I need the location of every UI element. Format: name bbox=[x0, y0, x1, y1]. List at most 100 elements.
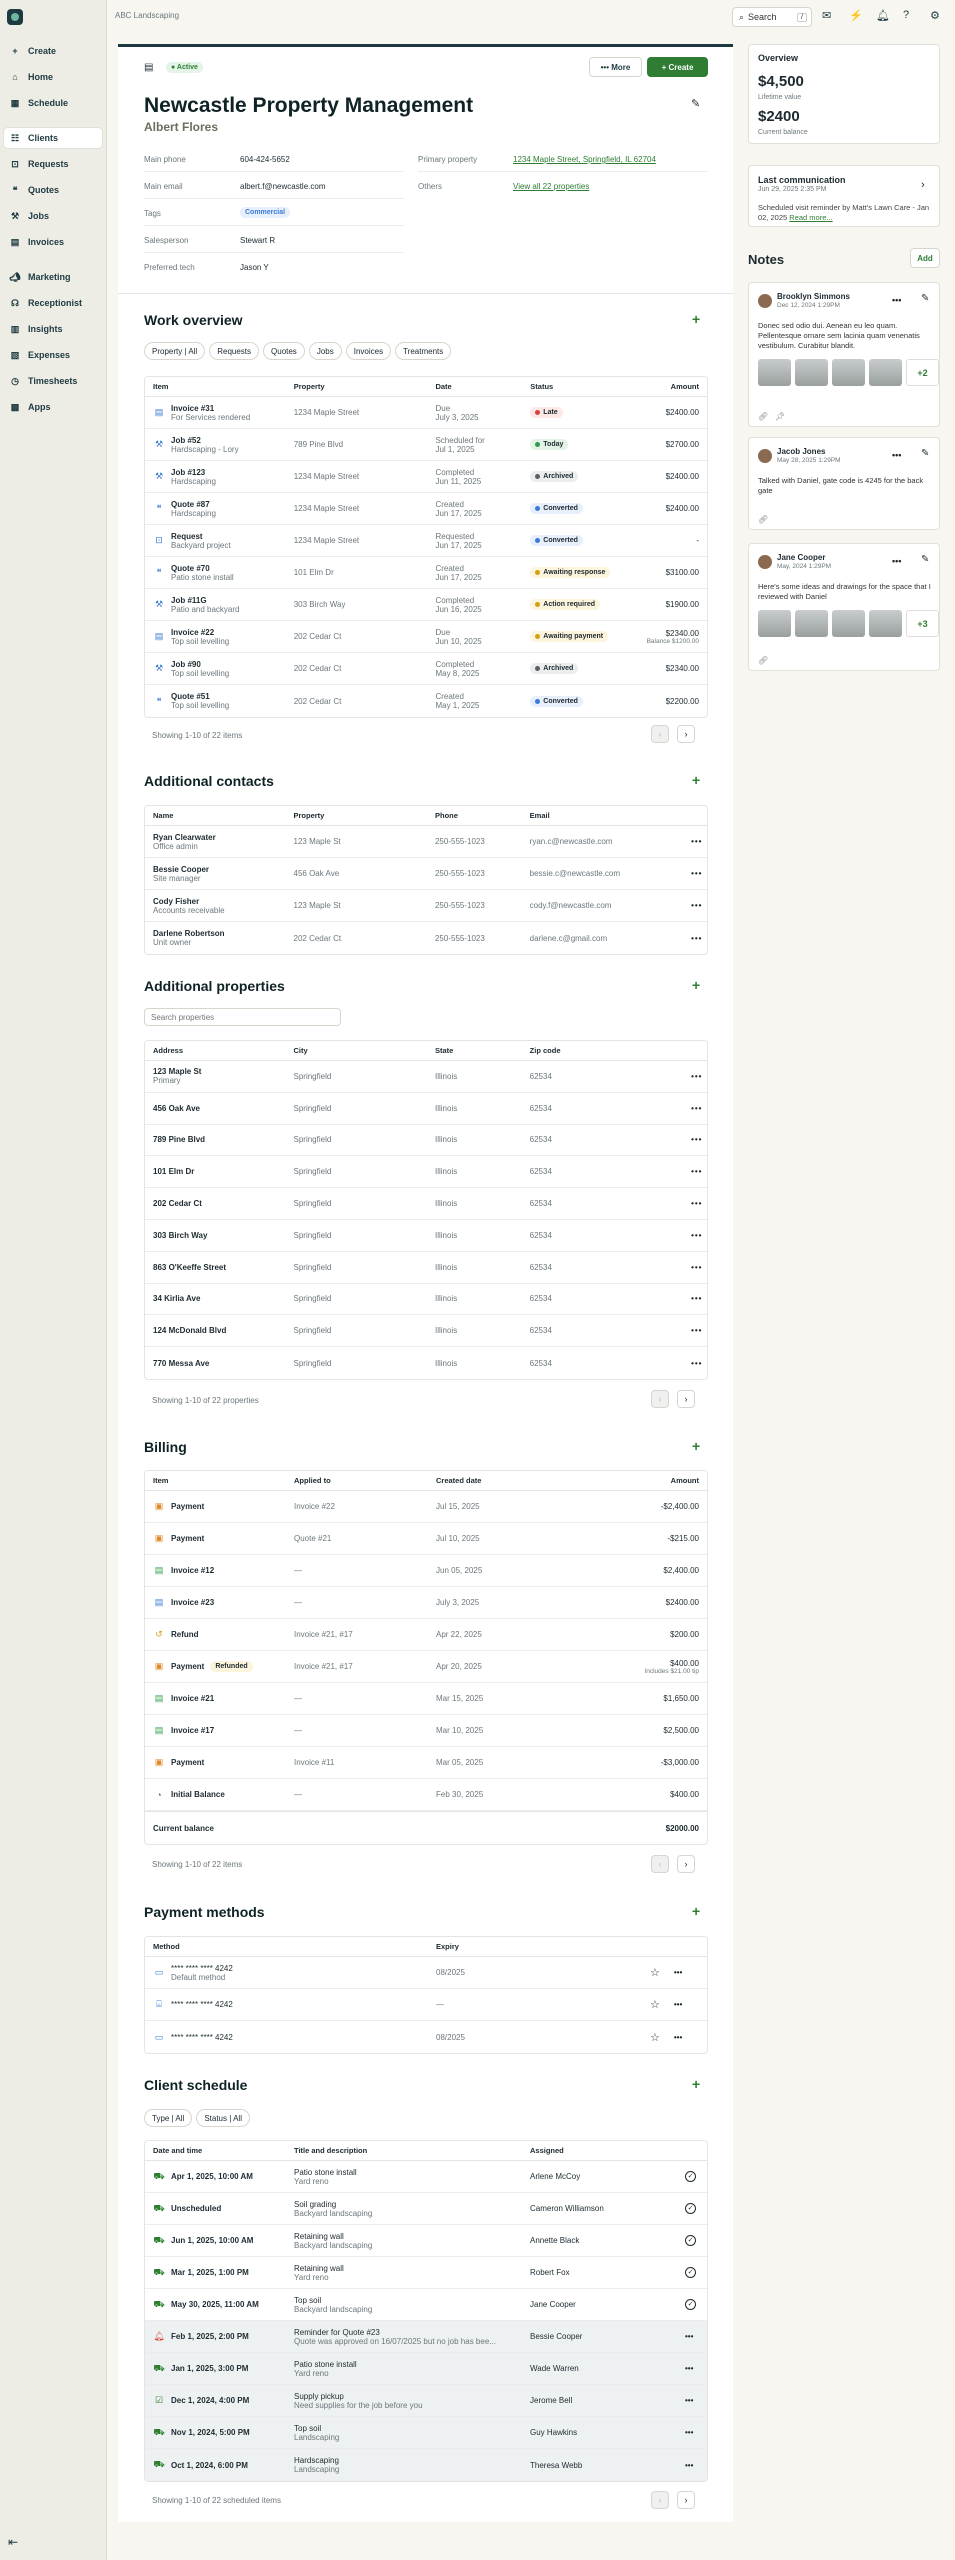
table-row[interactable]: ⚒ Job #52 Hardscaping - Lory 789 Pine Blvd S… bbox=[145, 429, 707, 461]
prev-page-button[interactable]: ‹ bbox=[651, 725, 669, 743]
note-menu-icon[interactable]: ••• bbox=[892, 450, 901, 460]
complete-check-icon[interactable]: ✓ bbox=[685, 2171, 696, 2182]
column-header[interactable]: Email bbox=[522, 811, 683, 820]
sidebar-item-apps[interactable]: ▩ Apps bbox=[4, 397, 102, 417]
sidebar-item-home[interactable]: ⌂ Home bbox=[4, 67, 102, 87]
sidebar-item-expenses[interactable]: ▧ Expenses bbox=[4, 345, 102, 365]
next-page-button[interactable]: › bbox=[677, 725, 695, 743]
table-row[interactable]: Darlene Robertson Unit owner 202 Cedar Ct 2… bbox=[145, 922, 707, 954]
collapse-sidebar-icon[interactable]: ⇤ bbox=[8, 2535, 18, 2549]
table-row[interactable]: ❝ Quote #51 Top soil levelling 202 Cedar Ct… bbox=[145, 685, 707, 717]
column-header[interactable]: Amount bbox=[614, 382, 707, 391]
table-row[interactable]: ◔ Initial Balance — Feb 30, 2025 $400.00 bbox=[145, 1779, 707, 1811]
table-row[interactable]: Cody Fisher Accounts receivable 123 Maple … bbox=[145, 890, 707, 922]
prev-page-button[interactable]: ‹ bbox=[651, 1390, 669, 1408]
table-row[interactable]: ⛟ Mar 1, 2025, 1:00 PM Retaining wall Yard … bbox=[145, 2257, 707, 2289]
sidebar-item-invoices[interactable]: ▤ Invoices bbox=[4, 232, 102, 252]
row-menu-icon[interactable]: ••• bbox=[683, 1326, 707, 1335]
help-icon[interactable]: ? bbox=[903, 9, 909, 21]
note-menu-icon[interactable]: ••• bbox=[892, 295, 901, 305]
row-menu-icon[interactable]: ••• bbox=[683, 1231, 707, 1240]
edit-pencil-icon[interactable]: ✎ bbox=[691, 97, 700, 110]
column-header[interactable]: City bbox=[286, 1046, 427, 1055]
add-note-button[interactable]: Add bbox=[910, 248, 940, 268]
table-row[interactable]: ⛟ Apr 1, 2025, 10:00 AM Patio stone instal… bbox=[145, 2161, 707, 2193]
add-work-plus-icon[interactable]: + bbox=[692, 311, 700, 327]
table-row[interactable]: 🔔︎ Feb 1, 2025, 2:00 PM Reminder for Quote… bbox=[145, 2321, 707, 2353]
table-row[interactable]: ▤ Invoice #21 — Mar 15, 2025 $1,650.00 bbox=[145, 1683, 707, 1715]
create-button[interactable]: + Create bbox=[647, 57, 708, 77]
note-photo[interactable] bbox=[832, 359, 865, 386]
row-menu-icon[interactable]: ••• bbox=[685, 2332, 693, 2341]
activity-icon[interactable]: ⚡ bbox=[849, 9, 863, 22]
row-menu-icon[interactable]: ••• bbox=[683, 1263, 707, 1272]
note-photo[interactable] bbox=[758, 610, 791, 637]
row-menu-icon[interactable]: ••• bbox=[674, 1968, 682, 1977]
column-header[interactable]: Property bbox=[286, 811, 427, 820]
column-header[interactable]: Date bbox=[427, 382, 522, 391]
attachment-icon[interactable]: 🔗︎ bbox=[758, 412, 768, 421]
add-schedule-plus-icon[interactable]: + bbox=[692, 2076, 700, 2092]
table-row[interactable]: 303 Birch Way Springfield Illinois 62534 ••• bbox=[145, 1220, 707, 1252]
table-row[interactable]: ⛟ Unscheduled Soil grading Backyard landsca… bbox=[145, 2193, 707, 2225]
more-button[interactable]: ••• More bbox=[589, 57, 642, 77]
row-menu-icon[interactable]: ••• bbox=[685, 2428, 693, 2437]
column-header[interactable]: Assigned bbox=[522, 2146, 677, 2155]
row-menu-icon[interactable]: ••• bbox=[683, 1294, 707, 1303]
sidebar-item-quotes[interactable]: ❝ Quotes bbox=[4, 180, 102, 200]
pin-icon[interactable]: 📌︎ bbox=[775, 412, 785, 421]
column-header[interactable]: Created date bbox=[428, 1476, 568, 1485]
add-property-plus-icon[interactable]: + bbox=[692, 977, 700, 993]
table-row[interactable]: Ryan Clearwater Office admin 123 Maple St 2… bbox=[145, 826, 707, 858]
more-photos-badge[interactable]: +3 bbox=[906, 610, 939, 637]
complete-check-icon[interactable]: ✓ bbox=[685, 2235, 696, 2246]
column-header[interactable]: Phone bbox=[427, 811, 522, 820]
next-page-button[interactable]: › bbox=[677, 1390, 695, 1408]
edit-pencil-icon[interactable]: ✎ bbox=[921, 554, 929, 565]
table-row[interactable]: 123 Maple St Primary Springfield Illinois 62… bbox=[145, 1061, 707, 1093]
search-button[interactable]: ⌕ Search / bbox=[732, 7, 812, 27]
row-menu-icon[interactable]: ••• bbox=[683, 1104, 707, 1113]
column-header[interactable]: Address bbox=[145, 1046, 286, 1055]
note-photo[interactable] bbox=[869, 359, 902, 386]
filter-chip[interactable]: Invoices bbox=[345, 342, 392, 360]
note-photo[interactable] bbox=[832, 610, 865, 637]
main-email-value[interactable]: albert.f@newcastle.com bbox=[240, 182, 326, 191]
note-photo[interactable] bbox=[795, 359, 828, 386]
column-header[interactable]: Applied to bbox=[286, 1476, 428, 1485]
sidebar-item-requests[interactable]: ⊡ Requests bbox=[4, 154, 102, 174]
complete-check-icon[interactable]: ✓ bbox=[685, 2299, 696, 2310]
column-header[interactable]: Name bbox=[145, 811, 286, 820]
sidebar-item-timesheets[interactable]: ◷ Timesheets bbox=[4, 371, 102, 391]
prev-page-button[interactable]: ‹ bbox=[651, 2491, 669, 2509]
table-row[interactable]: ▤ Invoice #31 For Services rendered 1234 Ma… bbox=[145, 397, 707, 429]
column-header[interactable]: Status bbox=[522, 382, 614, 391]
column-header[interactable]: Expiry bbox=[428, 1942, 642, 1951]
table-row[interactable]: ⛟ May 30, 2025, 11:00 AM Top soil Backyard … bbox=[145, 2289, 707, 2321]
column-header[interactable]: Amount bbox=[568, 1476, 707, 1485]
table-row[interactable]: 124 McDonald Blvd Springfield Illinois 6253… bbox=[145, 1315, 707, 1348]
row-menu-icon[interactable]: ••• bbox=[685, 2364, 693, 2373]
filter-chip[interactable]: Quotes bbox=[263, 342, 305, 360]
sidebar-item-create[interactable]: + Create bbox=[4, 41, 102, 61]
app-logo-icon[interactable] bbox=[7, 9, 23, 25]
table-row[interactable]: ⛟ Nov 1, 2024, 5:00 PM Top soil Landscaping… bbox=[145, 2417, 707, 2449]
messages-icon[interactable]: ✉ bbox=[822, 9, 831, 22]
chevron-right-icon[interactable]: › bbox=[921, 179, 925, 191]
table-row[interactable]: ⚒ Job #90 Top soil levelling 202 Cedar Ct Co… bbox=[145, 653, 707, 685]
table-row[interactable]: 202 Cedar Ct Springfield Illinois 62534 ••• bbox=[145, 1188, 707, 1220]
last-communication-card[interactable]: Last communication Jun 29, 2025 2:35 PM … bbox=[748, 165, 940, 227]
next-page-button[interactable]: › bbox=[677, 1855, 695, 1873]
row-menu-icon[interactable]: ••• bbox=[683, 1135, 707, 1144]
complete-check-icon[interactable]: ✓ bbox=[685, 2203, 696, 2214]
column-header[interactable]: Zip code bbox=[522, 1046, 683, 1055]
table-row[interactable]: ❝ Quote #70 Patio stone install 101 Elm Dr C… bbox=[145, 557, 707, 589]
table-row[interactable]: ☑ Dec 1, 2024, 4:00 PM Supply pickup Need s… bbox=[145, 2385, 707, 2417]
note-photo[interactable] bbox=[795, 610, 828, 637]
column-header[interactable]: Item bbox=[145, 1476, 286, 1485]
star-icon[interactable]: ☆ bbox=[650, 1966, 660, 1979]
table-row[interactable]: 863 O'Keeffe Street Springfield Illinois 62… bbox=[145, 1252, 707, 1284]
table-row[interactable]: ❝ Quote #87 Hardscaping 1234 Maple Street Cr… bbox=[145, 493, 707, 525]
row-menu-icon[interactable]: ••• bbox=[674, 2000, 682, 2009]
attachment-icon[interactable]: 🔗︎ bbox=[758, 515, 768, 524]
